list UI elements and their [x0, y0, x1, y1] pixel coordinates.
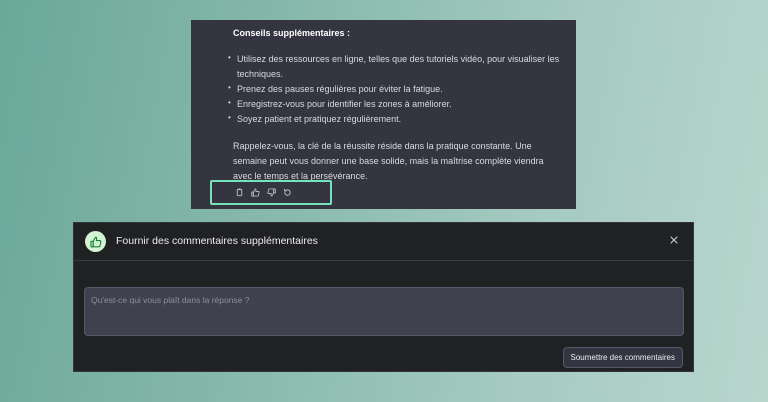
- list-item: Prenez des pauses régulières pour éviter…: [228, 80, 563, 97]
- regenerate-icon: [283, 188, 291, 196]
- feedback-textarea[interactable]: [84, 287, 684, 336]
- close-button[interactable]: [667, 233, 681, 247]
- regenerate-button[interactable]: [282, 187, 293, 198]
- thumbs-up-icon: [89, 236, 101, 247]
- response-heading: Conseils supplémentaires :: [233, 28, 351, 38]
- tips-list: Utilisez des ressources en ligne, telles…: [228, 50, 563, 127]
- response-conclusion: Rappelez-vous, la clé de la réussite rés…: [233, 141, 544, 181]
- list-item: Soyez patient et pratiquez régulièrement…: [228, 110, 563, 127]
- list-item: Utilisez des ressources en ligne, telles…: [228, 50, 563, 82]
- thumbs-up-button[interactable]: [250, 187, 261, 198]
- feedback-modal: Fournir des commentaires supplémentaires…: [73, 222, 694, 372]
- feedback-actions-highlight: [210, 180, 332, 205]
- copy-icon: [236, 188, 243, 197]
- thumbs-up-badge: [85, 231, 106, 252]
- modal-header: Fournir des commentaires supplémentaires: [74, 223, 693, 261]
- submit-feedback-button[interactable]: Soumettre des commentaires: [562, 347, 683, 368]
- thumbs-down-icon: [267, 188, 276, 197]
- list-item: Enregistrez-vous pour identifier les zon…: [228, 95, 563, 112]
- chat-response-panel: Conseils supplémentaires : Utilisez des …: [191, 20, 576, 209]
- close-icon: [670, 236, 678, 244]
- thumbs-down-button[interactable]: [266, 187, 277, 198]
- thumbs-up-icon: [251, 188, 260, 197]
- response-content: Conseils supplémentaires : Utilisez des …: [228, 26, 563, 184]
- modal-title: Fournir des commentaires supplémentaires: [116, 235, 318, 247]
- copy-button[interactable]: [234, 187, 245, 198]
